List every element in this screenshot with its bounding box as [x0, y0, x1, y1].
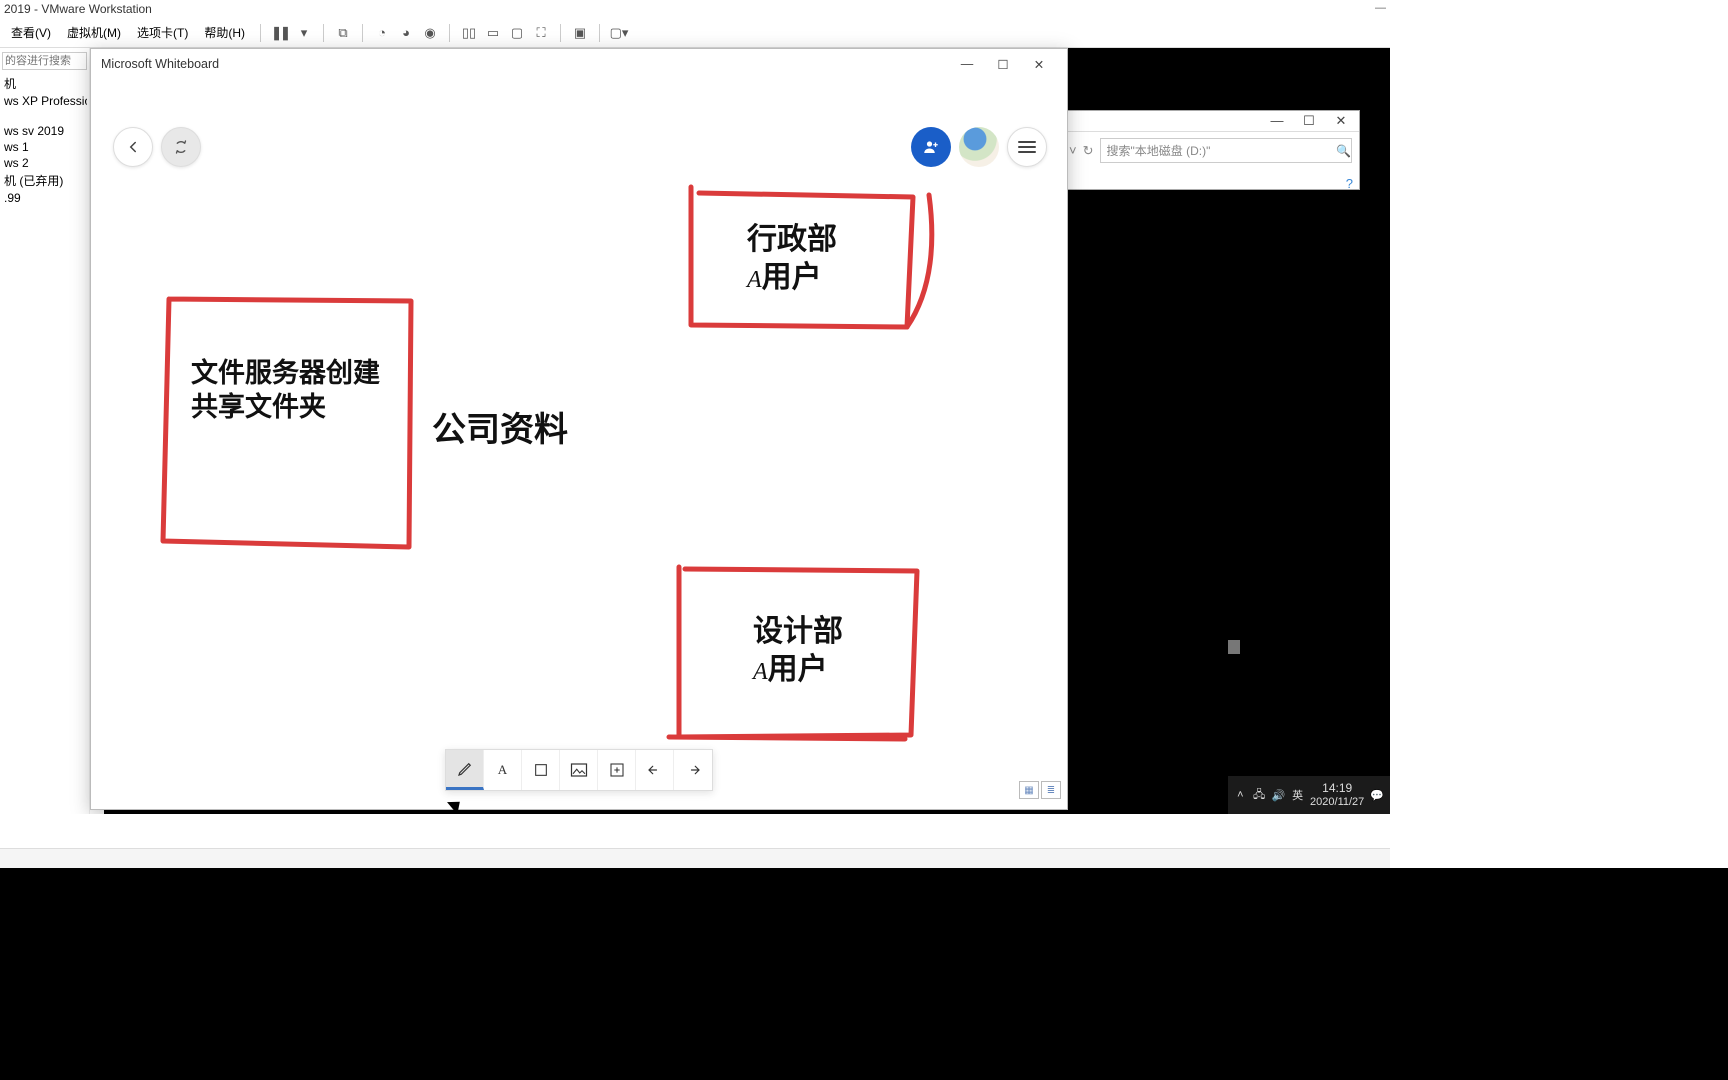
add-tool-button[interactable]	[598, 750, 636, 790]
whiteboard-canvas[interactable]: 文件服务器创建 共享文件夹 公司资料 行政部 A用户 设计部 A用户	[91, 79, 1067, 809]
sticky-note-icon	[533, 762, 549, 778]
box1-text-line2: 共享文件夹	[191, 391, 380, 425]
vmware-statusbar	[0, 848, 1390, 868]
share-button[interactable]	[911, 127, 951, 167]
center-label: 公司资料	[432, 409, 568, 452]
fullscreen-icon[interactable]: ▢▾	[608, 22, 630, 44]
explorer-help-icon[interactable]: ?	[1346, 176, 1353, 191]
ink-box-1	[151, 289, 431, 569]
note-tool-button[interactable]	[522, 750, 560, 790]
search-icon[interactable]: 🔍	[1336, 144, 1351, 158]
grid-view-toggle[interactable]: ▦	[1019, 781, 1039, 799]
unity-icon[interactable]: ▣	[569, 22, 591, 44]
guest-taskbar: ˄ 🖧 🔊 英 14:19 2020/11/27 💬	[1228, 776, 1390, 814]
layout-icon-3[interactable]: ▢	[506, 22, 528, 44]
whiteboard-tool-toolbar: A	[445, 749, 713, 791]
hamburger-icon	[1018, 140, 1036, 154]
tray-network-icon[interactable]: 🖧	[1253, 786, 1266, 804]
tray-volume-icon[interactable]: 🔊	[1272, 786, 1286, 804]
box1-text-line1: 文件服务器创建	[191, 357, 380, 391]
menu-tabs[interactable]: 选项卡(T)	[130, 21, 195, 44]
vm-search-input[interactable]	[2, 52, 87, 70]
explorer-maximize-button[interactable]: ☐	[1297, 113, 1321, 129]
vm-dropdown-button[interactable]: ▾	[293, 22, 315, 44]
whiteboard-window: Microsoft Whiteboard — ☐ ✕	[90, 48, 1068, 810]
taskbar-date: 2020/11/27	[1310, 796, 1364, 808]
list-item[interactable]: ws 2	[2, 155, 87, 171]
whiteboard-title: Microsoft Whiteboard	[101, 57, 219, 71]
list-view-toggle[interactable]: ≣	[1041, 781, 1061, 799]
menu-help[interactable]: 帮助(H)	[197, 21, 252, 44]
menu-view[interactable]: 查看(V)	[4, 21, 58, 44]
person-add-icon	[922, 138, 940, 156]
box2-text-line2-suffix: 用户	[762, 261, 822, 294]
box2-text-line1: 行政部	[747, 221, 837, 259]
redo-button[interactable]	[674, 750, 712, 790]
explorer-window[interactable]: — ☐ ✕ ˅ ↻ 搜索"本地磁盘 (D:)" 🔍 ?	[1060, 110, 1360, 190]
list-item[interactable]: .99	[2, 190, 87, 206]
whiteboard-maximize-button[interactable]: ☐	[985, 50, 1021, 78]
snapshot-manager-icon[interactable]: ◉	[419, 22, 441, 44]
taskbar-time: 14:19	[1310, 782, 1364, 795]
whiteboard-close-button[interactable]: ✕	[1021, 50, 1057, 78]
vmware-titlebar: 2019 - VMware Workstation —	[0, 0, 1390, 18]
whiteboard-minimize-button[interactable]: —	[949, 50, 985, 78]
list-item[interactable]: ws 1	[2, 139, 87, 155]
text-tool-button[interactable]: A	[484, 750, 522, 790]
mouse-cursor	[451, 797, 465, 815]
layout-icon-4[interactable]: ⛶	[530, 22, 552, 44]
refresh-icon	[172, 138, 190, 156]
explorer-search-input[interactable]: 搜索"本地磁盘 (D:)"	[1100, 138, 1353, 163]
box3-text-line2-suffix: 用户	[768, 653, 828, 686]
box3-text-line1: 设计部	[753, 613, 843, 651]
user-avatar[interactable]	[959, 127, 999, 167]
undo-icon	[646, 762, 664, 778]
menu-vm[interactable]: 虚拟机(M)	[60, 21, 128, 44]
explorer-chevron-down-icon[interactable]: ˅	[1069, 143, 1077, 158]
list-item[interactable]: 机	[2, 74, 87, 93]
list-item[interactable]: ws XP Professional	[2, 93, 87, 109]
settings-menu-button[interactable]	[1007, 127, 1047, 167]
host-minimize-button[interactable]: —	[1375, 2, 1386, 14]
arrow-left-icon	[124, 138, 142, 156]
explorer-minimize-button[interactable]: —	[1265, 113, 1289, 129]
pen-tool-button[interactable]	[446, 750, 484, 790]
taskbar-clock[interactable]: 14:19 2020/11/27	[1310, 782, 1364, 807]
back-button[interactable]	[113, 127, 153, 167]
layout-icon-1[interactable]: ▯▯	[458, 22, 480, 44]
pen-icon	[456, 760, 474, 778]
layout-icon-2[interactable]: ▭	[482, 22, 504, 44]
tray-ime-indicator[interactable]: 英	[1291, 786, 1304, 804]
sync-button[interactable]	[161, 127, 201, 167]
redo-icon	[684, 762, 702, 778]
vm-sidebar: 机 ws XP Professional ws sv 2019 ws 1 ws …	[0, 48, 90, 814]
list-item[interactable]: ws sv 2019	[2, 123, 87, 139]
vmware-menubar: 查看(V) 虚拟机(M) 选项卡(T) 帮助(H) ❚❚ ▾ ⧉ ◔ ◕ ◉ ▯…	[0, 18, 1390, 48]
plus-square-icon	[609, 762, 625, 778]
explorer-refresh-icon[interactable]: ↻	[1083, 143, 1094, 159]
explorer-close-button[interactable]: ✕	[1329, 113, 1353, 129]
image-tool-button[interactable]	[560, 750, 598, 790]
scrollbar-thumb[interactable]	[1228, 640, 1240, 654]
send-ctrlaltdel-button[interactable]: ⧉	[332, 22, 354, 44]
snapshot-revert-icon[interactable]: ◕	[395, 22, 417, 44]
vmware-title-text: 2019 - VMware Workstation	[4, 2, 152, 16]
text-icon: A	[498, 762, 507, 778]
undo-button[interactable]	[636, 750, 674, 790]
image-icon	[570, 762, 588, 778]
vm-pause-button[interactable]: ❚❚	[269, 22, 291, 44]
snapshot-take-icon[interactable]: ◔	[371, 22, 393, 44]
tray-up-icon[interactable]: ˄	[1234, 786, 1247, 804]
tray-notification-icon[interactable]: 💬	[1370, 786, 1384, 804]
list-item[interactable]: 机 (已弃用)	[2, 171, 87, 190]
guest-desktop: — ☐ ✕ ˅ ↻ 搜索"本地磁盘 (D:)" 🔍 ? Microsoft Wh…	[104, 48, 1390, 814]
